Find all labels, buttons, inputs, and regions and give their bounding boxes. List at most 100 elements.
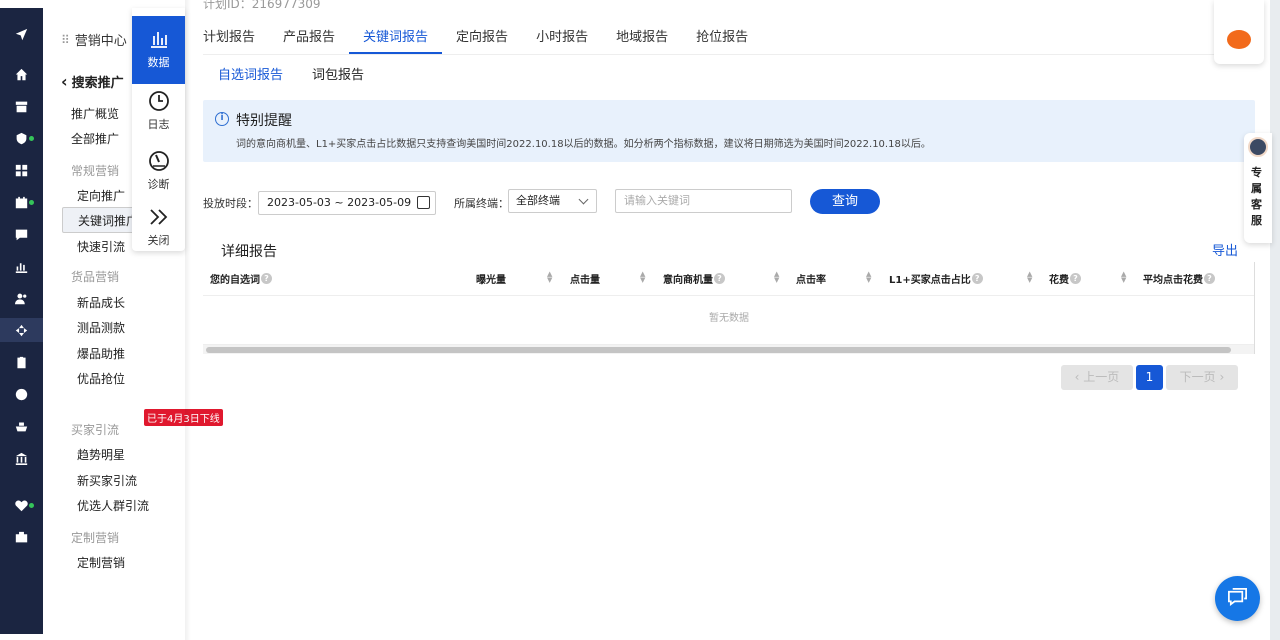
pagination-page-1[interactable]: 1 (1136, 365, 1163, 390)
menu-item-all[interactable]: 全部推广 (71, 130, 119, 147)
chat-support-button[interactable] (1215, 576, 1260, 621)
global-nav-rail (0, 8, 43, 634)
menu-item-hot-product[interactable]: 爆品助推 (77, 345, 125, 362)
tab-divider (203, 54, 1255, 55)
pagination-next-button[interactable]: 下一页 › (1166, 365, 1238, 390)
users-icon[interactable] (0, 286, 43, 310)
store-icon[interactable] (0, 94, 43, 118)
notice-title: 特别提醒 (236, 113, 292, 129)
menu-item-premium[interactable]: 优品抢位 (77, 370, 125, 387)
tab-region-report[interactable]: 地域报告 (616, 26, 668, 54)
bar-chart-icon (150, 32, 167, 48)
close-tool-button[interactable]: 关闭 (132, 206, 185, 248)
column-header-intent-leads[interactable]: 意向商机量? (663, 271, 725, 286)
clipboard-icon[interactable] (0, 350, 43, 374)
wechat-contact-card[interactable] (1214, 0, 1264, 64)
app-root: ⠿ 营销中心 ‹ 搜索推广 推广概览 全部推广 常规营销 定向推广 关键词推广 … (0, 0, 1280, 640)
sort-icon[interactable]: ▲ ▼ (774, 271, 779, 284)
menu-group-label: 定制营销 (71, 531, 120, 545)
menu-item-targeting[interactable]: 定向推广 (77, 187, 125, 204)
sort-icon[interactable]: ▲ ▼ (1121, 271, 1126, 284)
heart-icon[interactable] (0, 493, 43, 517)
pagination-prev-button[interactable]: ‹ 上一页 (1061, 365, 1133, 390)
exclusive-service-tab[interactable]: 专属客服 (1244, 133, 1272, 243)
calendar-icon[interactable] (0, 190, 43, 214)
bar-chart-icon[interactable] (0, 254, 43, 278)
log-tool-label: 日志 (147, 118, 170, 131)
tab-hourly-report[interactable]: 小时报告 (536, 26, 588, 54)
menu-item-new-product[interactable]: 新品成长 (77, 294, 125, 311)
column-header-clicks[interactable]: 点击量 (570, 271, 600, 286)
help-icon[interactable]: ? (1204, 273, 1215, 284)
marketing-icon[interactable] (0, 318, 43, 342)
help-icon[interactable]: ? (971, 273, 983, 284)
scrollbar-thumb[interactable] (206, 347, 1231, 353)
back-link[interactable]: ‹ 搜索推广 (61, 72, 124, 91)
column-label: 点击量 (570, 275, 600, 286)
gauge-icon (148, 151, 169, 171)
column-header-avg-cpc[interactable]: 平均点击花费? (1143, 271, 1215, 286)
chevron-down-icon (578, 194, 589, 205)
export-link[interactable]: 导出 (1212, 240, 1238, 259)
info-icon: i (215, 112, 229, 126)
keyword-input[interactable]: 请输入关键词 (615, 189, 792, 213)
briefcase-icon[interactable] (0, 525, 43, 549)
help-icon[interactable]: ? (714, 273, 725, 284)
status-dot (29, 136, 34, 141)
terminal-select[interactable]: 全部终端 (508, 189, 597, 213)
calendar-icon (417, 196, 430, 209)
chevron-left-icon: ‹ (1074, 370, 1084, 384)
sort-icon[interactable]: ▲ ▼ (866, 271, 871, 284)
data-tool-button[interactable]: 数据 (132, 16, 185, 84)
menu-item-audience[interactable]: 优选人群引流 (77, 497, 149, 514)
sort-icon[interactable]: ▲ ▼ (1027, 271, 1032, 284)
column-header-l1-ratio[interactable]: L1+买家点击占比? (889, 271, 983, 286)
subtab-custom-words[interactable]: 自选词报告 (218, 64, 283, 83)
globe-icon[interactable] (0, 382, 43, 406)
table-horizontal-scrollbar[interactable] (203, 344, 1255, 354)
message-icon[interactable] (0, 222, 43, 246)
main-content: 计划ID：21697730​9 计划报告 产品报告 关键词报告 定向报告 小时报… (185, 0, 1270, 640)
date-range-picker[interactable]: 2023-05-03 ~ 2023-05-09 (258, 191, 436, 215)
tab-keyword-report[interactable]: 关键词报告 (349, 26, 443, 54)
menu-item-new-buyer[interactable]: 新买家引流 (77, 472, 137, 489)
help-icon[interactable]: ? (1070, 273, 1081, 284)
tab-position-report[interactable]: 抢位报告 (696, 26, 748, 54)
ship-icon[interactable] (0, 414, 43, 438)
sort-icon[interactable]: ▲ ▼ (640, 271, 645, 284)
sort-icon[interactable]: ▲ ▼ (547, 271, 552, 284)
report-title: 详细报告 (221, 244, 277, 260)
menu-item-quick[interactable]: 快速引流 (77, 238, 125, 255)
page-scrollbar[interactable] (1270, 0, 1280, 640)
tab-product-report[interactable]: 产品报告 (283, 26, 335, 54)
home-icon[interactable] (0, 62, 43, 86)
notice-text: 词的意向商机量、L1+买家点击占比数据只支持查询美国时间2022.10.18以后… (236, 139, 931, 150)
bank-icon[interactable] (0, 446, 43, 470)
diagnose-tool-button[interactable]: 诊断 (132, 150, 185, 202)
menu-item-overview[interactable]: 推广概览 (71, 105, 119, 122)
column-header-cost[interactable]: 花费? (1049, 271, 1081, 286)
column-header-keyword: 您的自选词? (210, 271, 272, 286)
terminal-select-value: 全部终端 (516, 194, 560, 207)
column-header-impressions[interactable]: 曝光量 (476, 271, 506, 286)
column-label: 平均点击花费 (1143, 275, 1203, 286)
report-tabs: 计划报告 产品报告 关键词报告 定向报告 小时报告 地域报告 抢位报告 (203, 26, 776, 54)
log-tool-button[interactable]: 日志 (132, 90, 185, 142)
apps-icon[interactable] (0, 158, 43, 182)
send-icon[interactable] (0, 22, 43, 46)
column-header-ctr[interactable]: 点击率 (796, 271, 826, 286)
menu-item-custom[interactable]: 定制营销 (77, 554, 125, 571)
query-button[interactable]: 查询 (810, 189, 880, 214)
menu-group-label: 买家引流 (71, 423, 120, 437)
menu-item-trend-star[interactable]: 趋势明星 (77, 446, 125, 463)
help-icon[interactable]: ? (261, 273, 272, 284)
menu-item-test-product[interactable]: 测品测款 (77, 319, 125, 336)
menu-header: ⠿ 营销中心 (61, 30, 127, 50)
data-tool-label: 数据 (147, 56, 170, 69)
tab-plan-report[interactable]: 计划报告 (203, 26, 255, 54)
back-label: 搜索推广 (71, 76, 124, 91)
subtab-word-package[interactable]: 词包报告 (312, 64, 364, 83)
shield-icon[interactable] (0, 126, 43, 150)
tab-targeting-report[interactable]: 定向报告 (456, 26, 508, 54)
grid-icon[interactable]: ⠿ (61, 33, 70, 47)
